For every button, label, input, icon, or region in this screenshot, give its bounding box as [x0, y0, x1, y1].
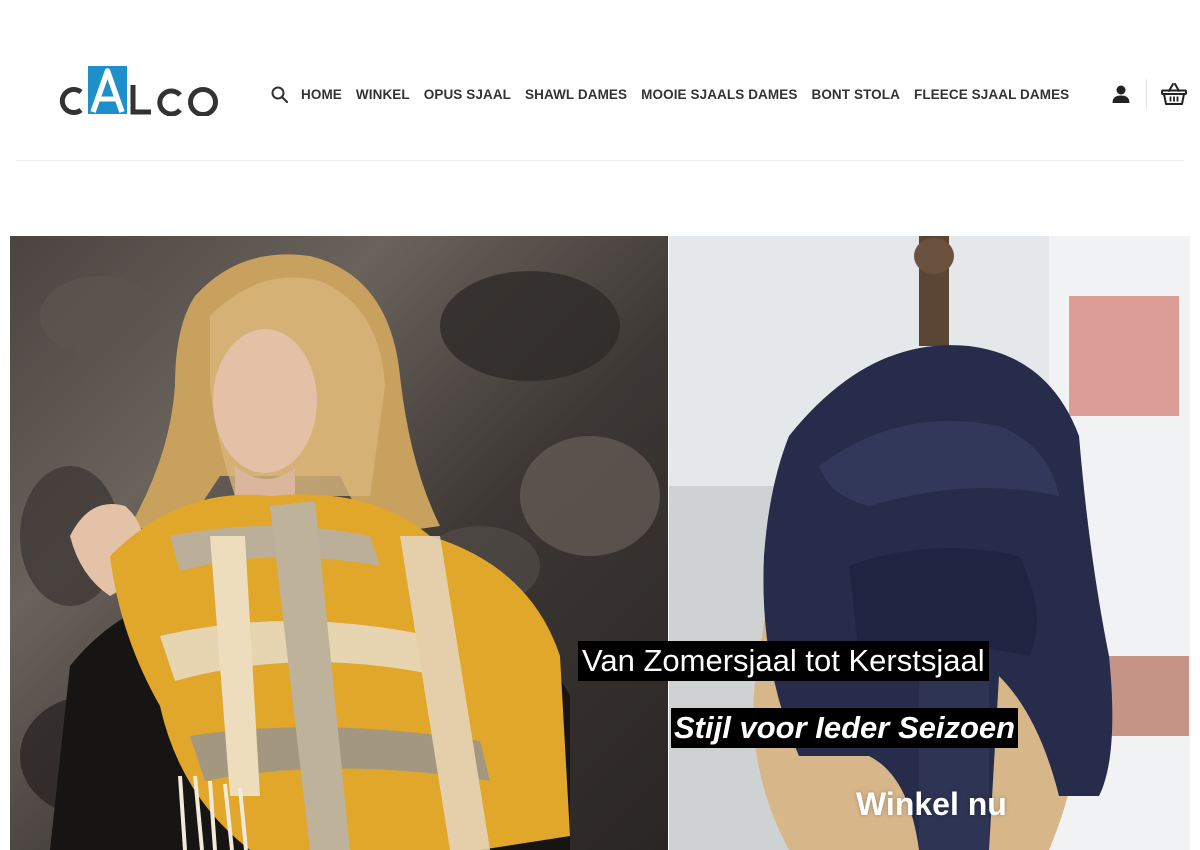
hero-image-right [669, 236, 1190, 850]
header-separator [16, 160, 1184, 161]
hero-banner[interactable]: Van Zomersjaal tot Kerstsjaal Stijl voor… [10, 236, 1190, 850]
hero-image-left [10, 236, 668, 850]
nav-item-mooie-sjaals-dames[interactable]: MOOIE SJAALS DAMES [641, 87, 797, 102]
hero-title: Van Zomersjaal tot Kerstsjaal [578, 641, 989, 681]
nav-item-home[interactable]: HOME [301, 87, 342, 102]
search-icon[interactable] [270, 85, 288, 103]
nav-item-opus-sjaal[interactable]: OPUS SJAAL [424, 87, 511, 102]
hero-subtitle: Stijl voor Ieder Seizoen [671, 708, 1019, 748]
user-icon[interactable] [1111, 84, 1131, 104]
basket-icon[interactable] [1161, 82, 1187, 106]
site-header: HOME WINKEL OPUS SJAAL SHAWL DAMES MOOIE… [0, 0, 1200, 162]
main-nav: HOME WINKEL OPUS SJAAL SHAWL DAMES MOOIE… [270, 82, 1083, 106]
calco-logo[interactable] [55, 66, 223, 116]
nav-item-bont-stola[interactable]: BONT STOLA [811, 87, 900, 102]
shop-now-link[interactable]: Winkel nu [856, 784, 1007, 824]
nav-item-winkel[interactable]: WINKEL [356, 87, 410, 102]
nav-item-fleece-sjaal-dames[interactable]: FLEECE SJAAL DAMES [914, 87, 1069, 102]
nav-item-shawl-dames[interactable]: SHAWL DAMES [525, 87, 627, 102]
header-divider [1146, 79, 1147, 109]
